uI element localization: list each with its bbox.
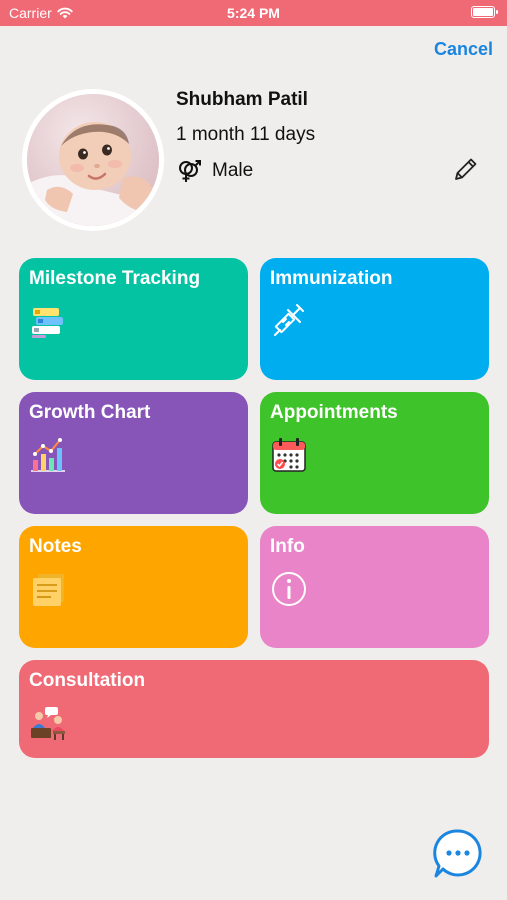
tile-appointments[interactable]: Appointments: [260, 392, 489, 514]
tile-title: Notes: [29, 536, 82, 557]
growth-chart-icon: [31, 438, 65, 472]
chat-button[interactable]: [431, 827, 485, 881]
tile-title: Consultation: [29, 670, 146, 691]
tile-immunization[interactable]: Immunization: [260, 258, 489, 380]
notes-icon: [33, 574, 64, 606]
tile-consultation[interactable]: Consultation: [19, 660, 489, 758]
tile-notes[interactable]: Notes: [19, 526, 248, 648]
child-gender: Male: [176, 158, 253, 184]
child-name: Shubham Patil: [176, 89, 308, 110]
gender-label: Male: [212, 160, 254, 181]
cancel-button[interactable]: Cancel: [434, 39, 493, 60]
tile-milestone-tracking[interactable]: Milestone Tracking: [19, 258, 248, 380]
battery-icon: [471, 6, 498, 18]
status-time: 5:24 PM: [227, 5, 280, 21]
info-icon: [272, 572, 306, 606]
screen: Carrier 5:24 PM Cancel Shubham Patil 1 m…: [0, 0, 507, 900]
tile-title: Milestone Tracking: [29, 268, 201, 289]
syringe-icon: [274, 304, 304, 336]
tile-title: Appointments: [270, 402, 398, 423]
consultation-icon: [31, 707, 65, 740]
edit-profile-button[interactable]: [452, 155, 480, 183]
status-bar: Carrier 5:24 PM: [0, 0, 507, 26]
tile-growth-chart[interactable]: Growth Chart: [19, 392, 248, 514]
tile-title: Immunization: [270, 268, 393, 289]
chat-bubble-icon: [433, 829, 482, 878]
baby-photo: [27, 94, 159, 226]
tile-info[interactable]: Info: [260, 526, 489, 648]
tile-title: Growth Chart: [29, 402, 151, 423]
pencil-icon: [455, 158, 477, 180]
gender-icon: [179, 160, 201, 182]
tile-title: Info: [270, 536, 305, 557]
avatar[interactable]: [22, 89, 164, 231]
child-age: 1 month 11 days: [176, 124, 316, 145]
calendar-icon: [272, 438, 306, 472]
milestone-blocks-icon: [32, 308, 63, 338]
